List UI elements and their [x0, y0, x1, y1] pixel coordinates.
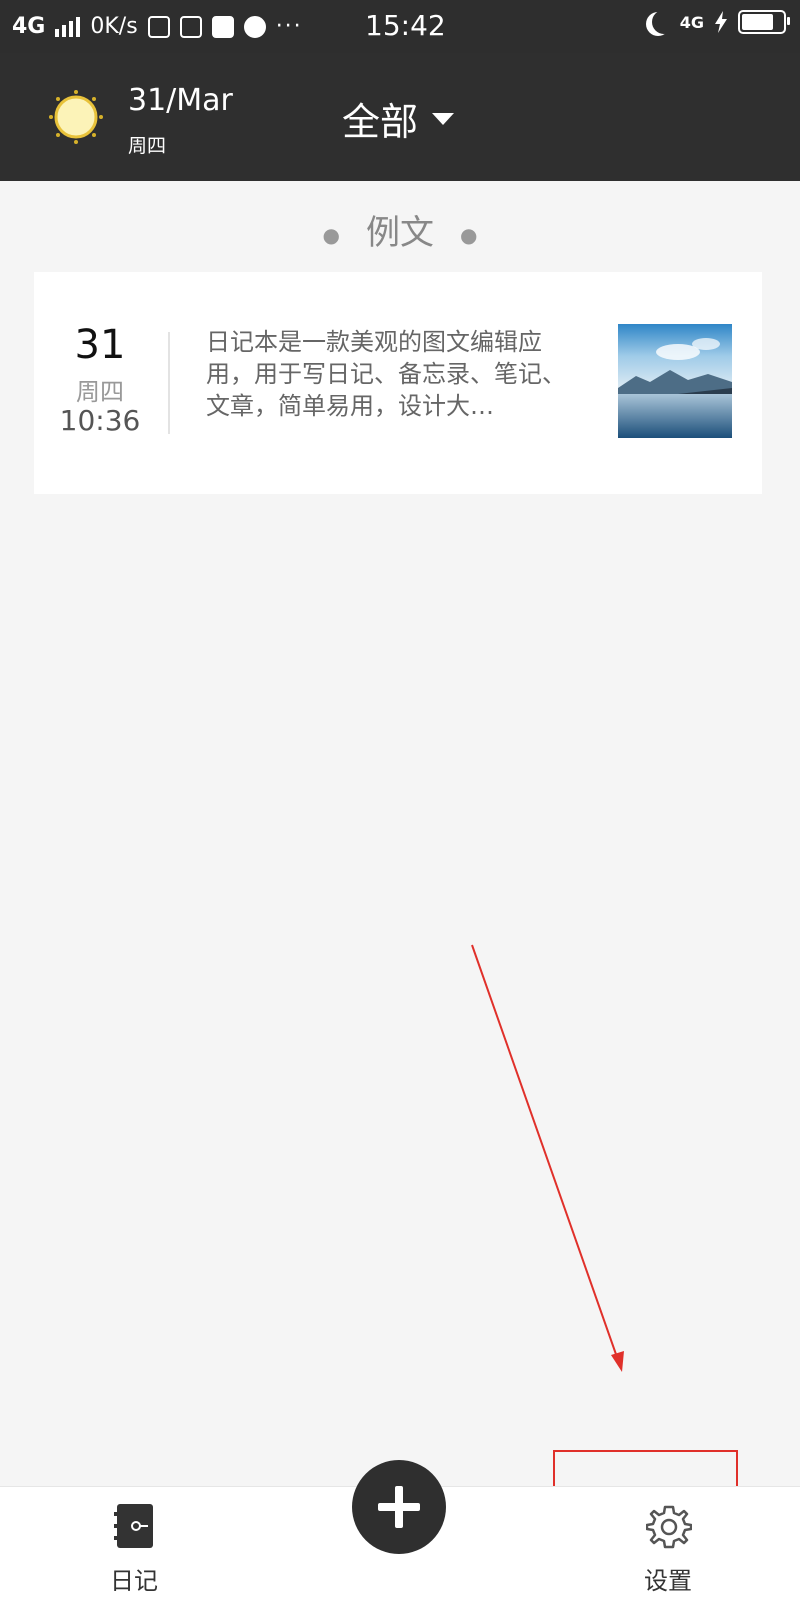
annotation-arrow — [471, 944, 624, 1372]
tab-settings-label: 设置 — [644, 1567, 692, 1595]
add-entry-button[interactable] — [352, 1460, 446, 1554]
notebook-icon — [114, 1504, 153, 1548]
plus-icon — [378, 1486, 420, 1528]
tab-diary[interactable]: 日记 — [54, 1487, 214, 1601]
tab-diary-label: 日记 — [110, 1567, 158, 1595]
tab-settings[interactable]: 设置 — [588, 1487, 748, 1601]
gear-icon — [646, 1505, 692, 1549]
